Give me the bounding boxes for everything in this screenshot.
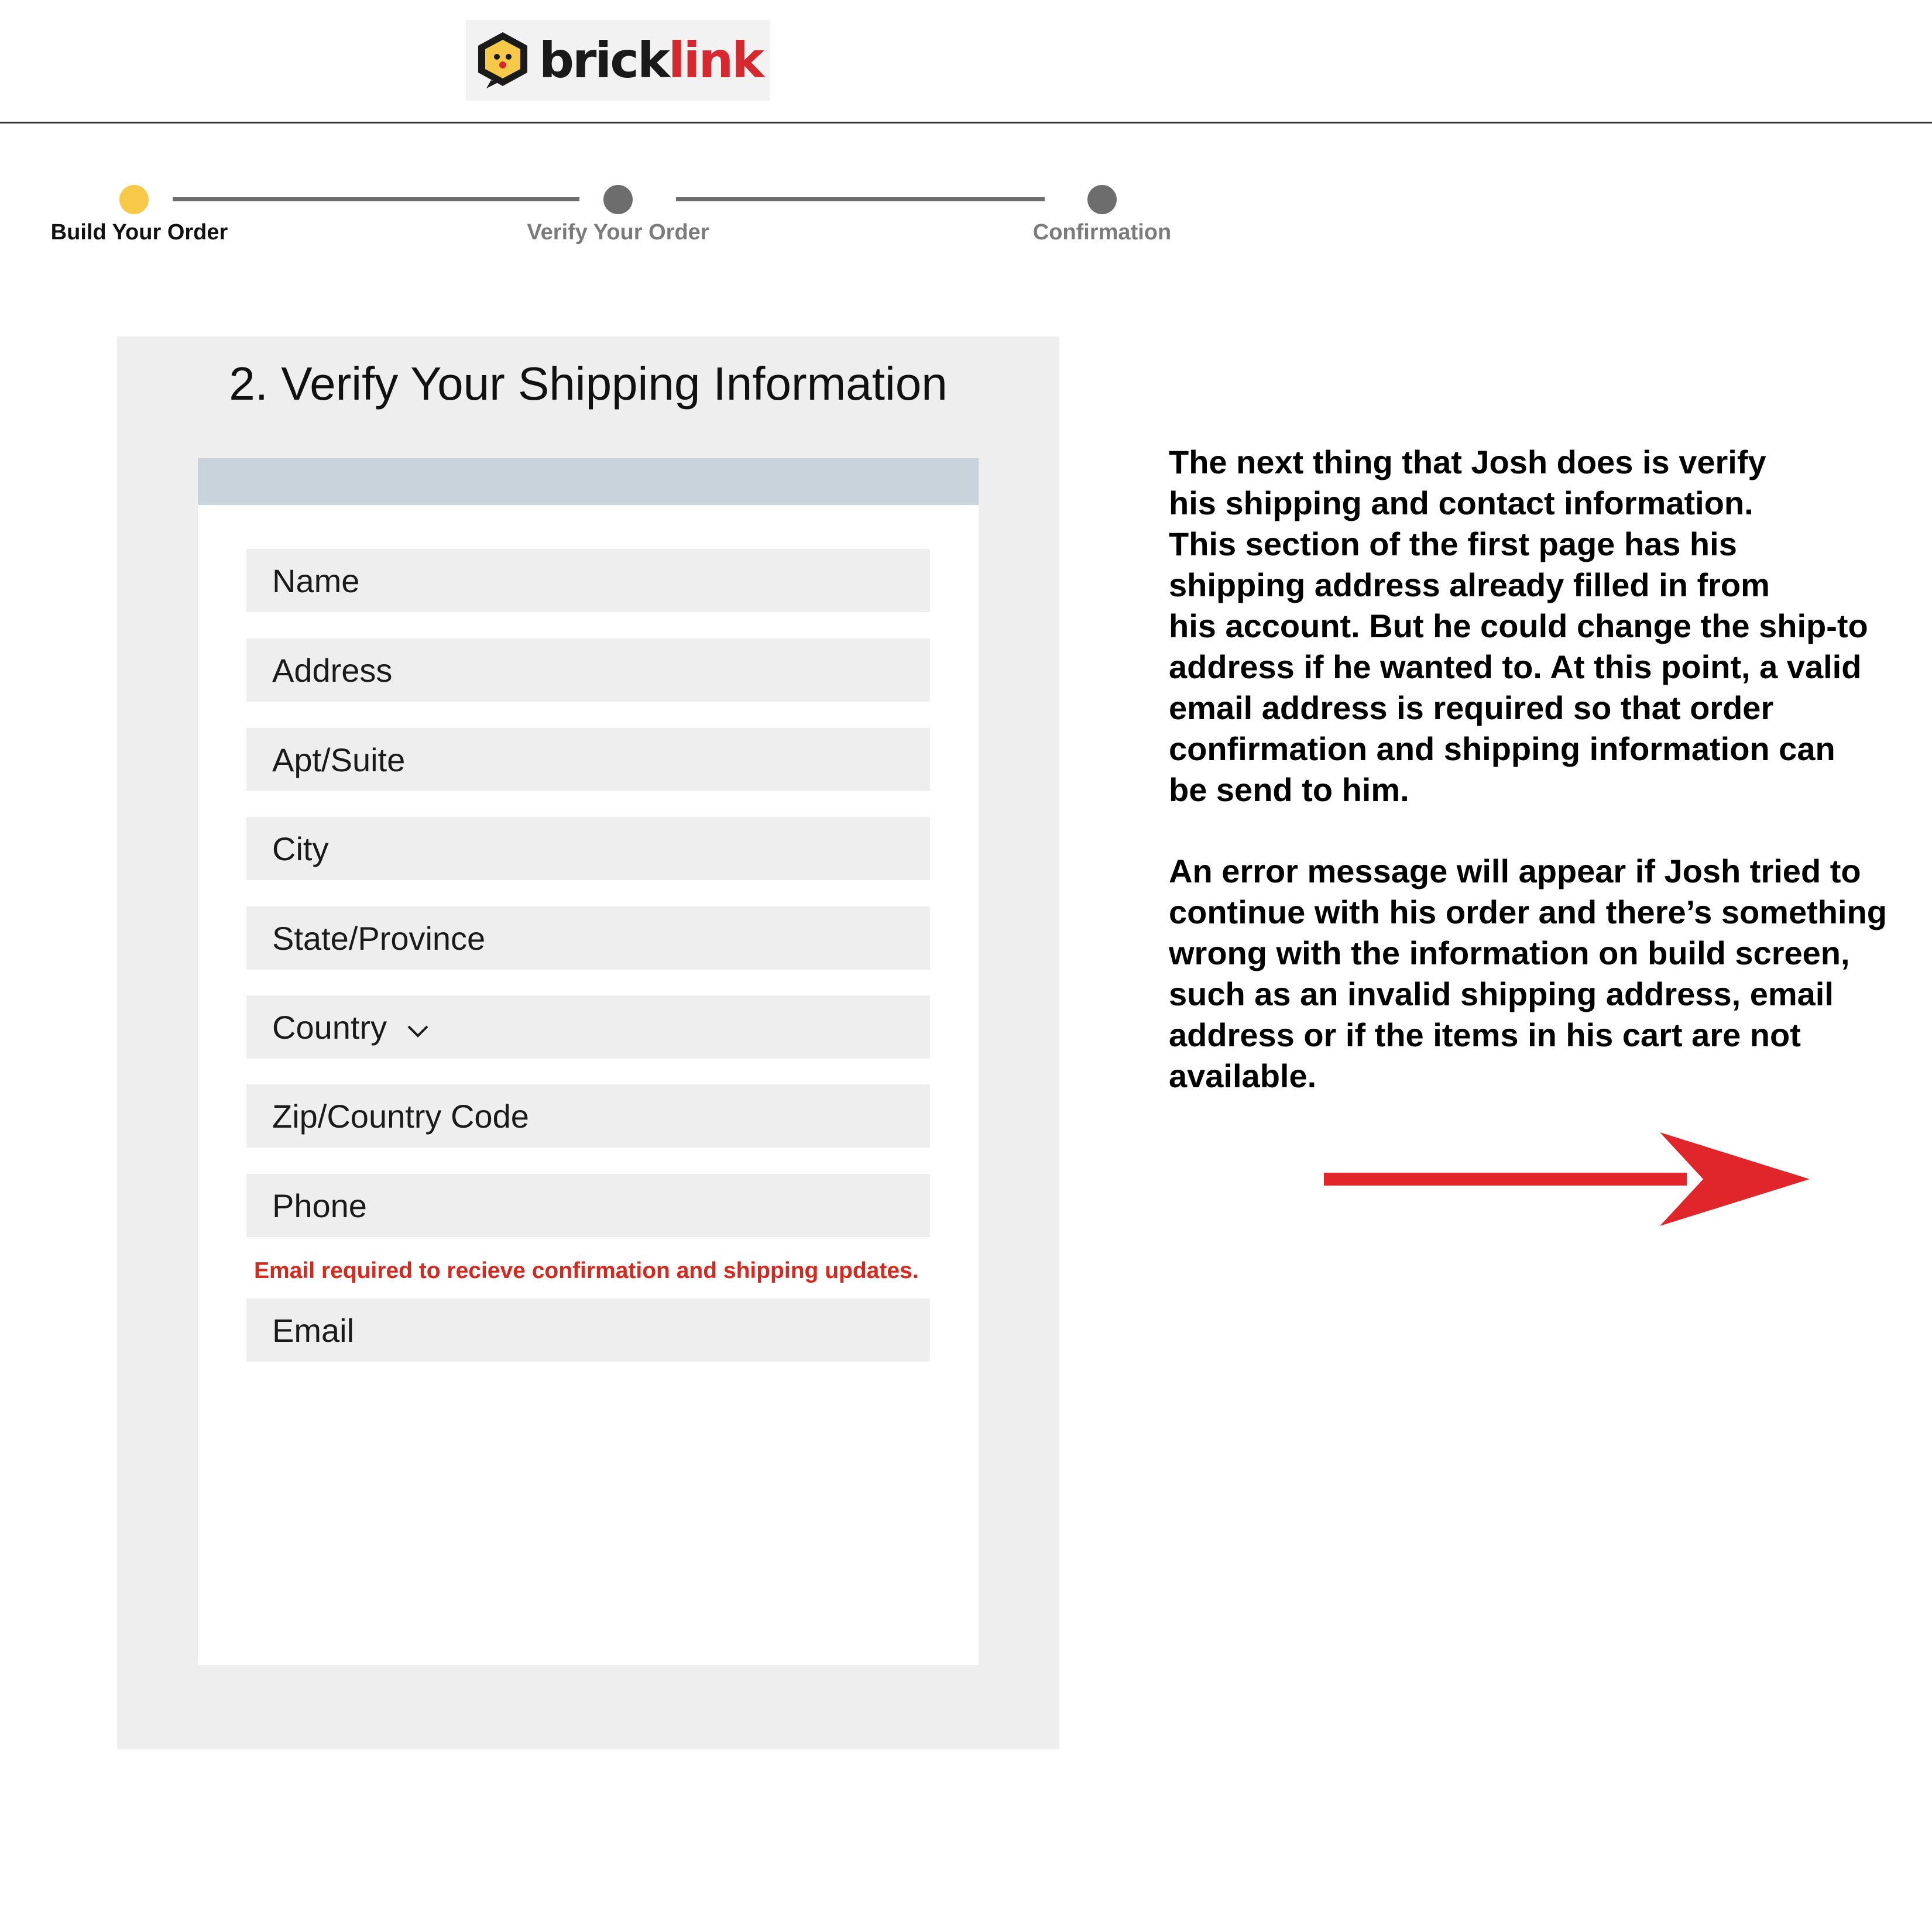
address-field[interactable]: Address <box>246 638 930 702</box>
annotation-line: email address is required so that order <box>1169 689 1774 726</box>
bricklink-logo[interactable]: bricklink <box>466 20 770 101</box>
annotation-line: his shipping and contact information. <box>1169 485 1753 521</box>
field-label: Name <box>272 562 360 599</box>
annotation-line: such as an invalid shipping address, ema… <box>1169 975 1834 1012</box>
annotation-line: his account. But he could change the shi… <box>1169 607 1868 644</box>
step-indicator-confirmation <box>1087 185 1117 214</box>
annotation-line: address or if the items in his cart are … <box>1169 1016 1801 1053</box>
field-label: State/Province <box>272 919 486 957</box>
annotation-line: be send to him. <box>1169 771 1409 808</box>
name-field[interactable]: Name <box>246 549 930 612</box>
annotation-line: available. <box>1169 1057 1317 1094</box>
step-connector <box>676 197 1045 201</box>
chevron-down-icon[interactable] <box>407 1024 429 1038</box>
form-card-header <box>198 458 979 505</box>
city-field[interactable]: City <box>246 817 930 880</box>
state-province-field[interactable]: State/Province <box>246 906 930 970</box>
annotation-line: continue with his order and there’s some… <box>1169 894 1887 930</box>
header-divider <box>0 122 1932 123</box>
field-label: Email <box>272 1311 355 1349</box>
step-label-confirmation[interactable]: Confirmation <box>1033 220 1171 245</box>
field-label: Country <box>272 1008 387 1046</box>
field-label: City <box>272 830 329 867</box>
apt-suite-field[interactable]: Apt/Suite <box>246 728 930 791</box>
field-label: Apt/Suite <box>272 741 406 778</box>
annotation-line: The next thing that Josh does is verify <box>1169 444 1766 480</box>
phone-field[interactable]: Phone <box>246 1174 930 1237</box>
step-label-build[interactable]: Build Your Order <box>51 220 228 245</box>
annotation-line: address if he wanted to. At this point, … <box>1169 648 1862 685</box>
step-indicator-build <box>119 185 149 214</box>
annotation-line: This section of the first page has his <box>1169 525 1737 562</box>
bricklink-logo-text: bricklink <box>538 32 764 89</box>
field-label: Zip/Country Code <box>272 1097 529 1135</box>
field-label: Address <box>272 651 393 689</box>
right-arrow-icon <box>1324 1132 1810 1226</box>
email-field[interactable]: Email <box>246 1299 930 1362</box>
annotation-paragraph-1: The next thing that Josh does is verify … <box>1169 442 1906 810</box>
zip-country-code-field[interactable]: Zip/Country Code <box>246 1084 930 1148</box>
annotation-line: wrong with the information on build scre… <box>1169 935 1850 971</box>
step-label-verify[interactable]: Verify Your Order <box>527 220 709 245</box>
annotation-line: An error message will appear if Josh tri… <box>1169 853 1861 889</box>
page-title: 2. Verify Your Shipping Information <box>229 358 948 410</box>
country-select[interactable]: Country <box>246 995 930 1059</box>
step-connector <box>173 197 579 201</box>
annotation-line: shipping address already filled in from <box>1169 566 1770 603</box>
field-label: Phone <box>272 1187 367 1224</box>
bricklink-logo-icon <box>478 32 527 88</box>
annotation-paragraph-2: An error message will appear if Josh tri… <box>1169 851 1906 1097</box>
annotation-line: confirmation and shipping information ca… <box>1169 730 1835 767</box>
email-error-message: Email required to recieve confirmation a… <box>254 1258 919 1283</box>
step-indicator-verify <box>603 185 633 214</box>
